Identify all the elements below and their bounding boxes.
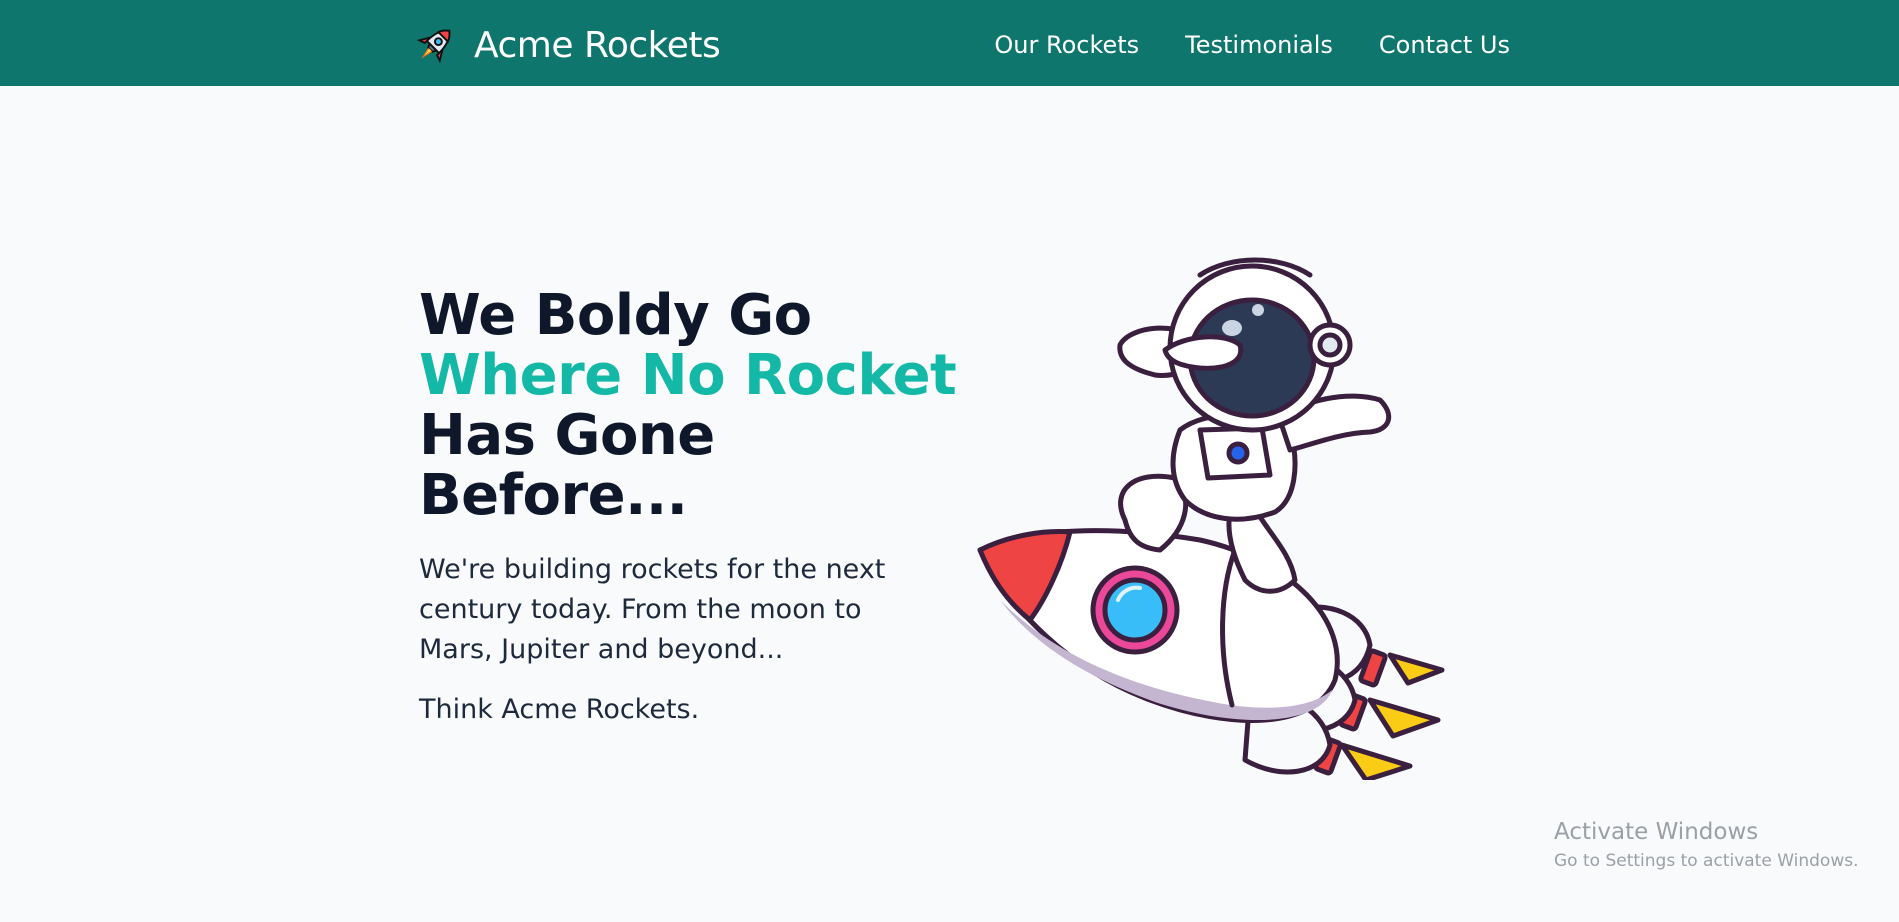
brand-name: Acme Rockets — [474, 24, 721, 66]
headline-line-4: Before... — [419, 463, 688, 528]
headline-line-1: We Boldy Go — [419, 283, 812, 348]
hero-description: We're building rockets for the next cent… — [419, 554, 886, 665]
hero-headline: We Boldy Go Where No Rocket Has Gone Bef… — [419, 286, 959, 526]
hero-tagline: Think Acme Rockets. — [419, 694, 700, 725]
nav-link-our-rockets[interactable]: Our Rockets — [994, 30, 1139, 60]
main-nav: Our Rockets Testimonials Contact Us — [994, 30, 1510, 60]
headline-accent: Where No Rocket — [419, 343, 957, 408]
watermark-subtitle: Go to Settings to activate Windows. — [1554, 851, 1859, 871]
activate-windows-watermark: Activate Windows Go to Settings to activ… — [1554, 818, 1859, 872]
headline-line-3: Has Gone — [419, 403, 715, 468]
site-header: Acme Rockets Our Rockets Testimonials Co… — [0, 0, 1899, 86]
watermark-title: Activate Windows — [1554, 819, 1759, 845]
astronaut-rocket-illustration — [977, 257, 1445, 780]
hero-section: We Boldy Go Where No Rocket Has Gone Bef… — [419, 286, 959, 730]
rocket-icon — [416, 29, 451, 64]
nav-link-testimonials[interactable]: Testimonials — [1185, 30, 1333, 60]
brand-logo-link[interactable]: Acme Rockets — [412, 22, 721, 68]
nav-link-contact-us[interactable]: Contact Us — [1379, 30, 1510, 60]
